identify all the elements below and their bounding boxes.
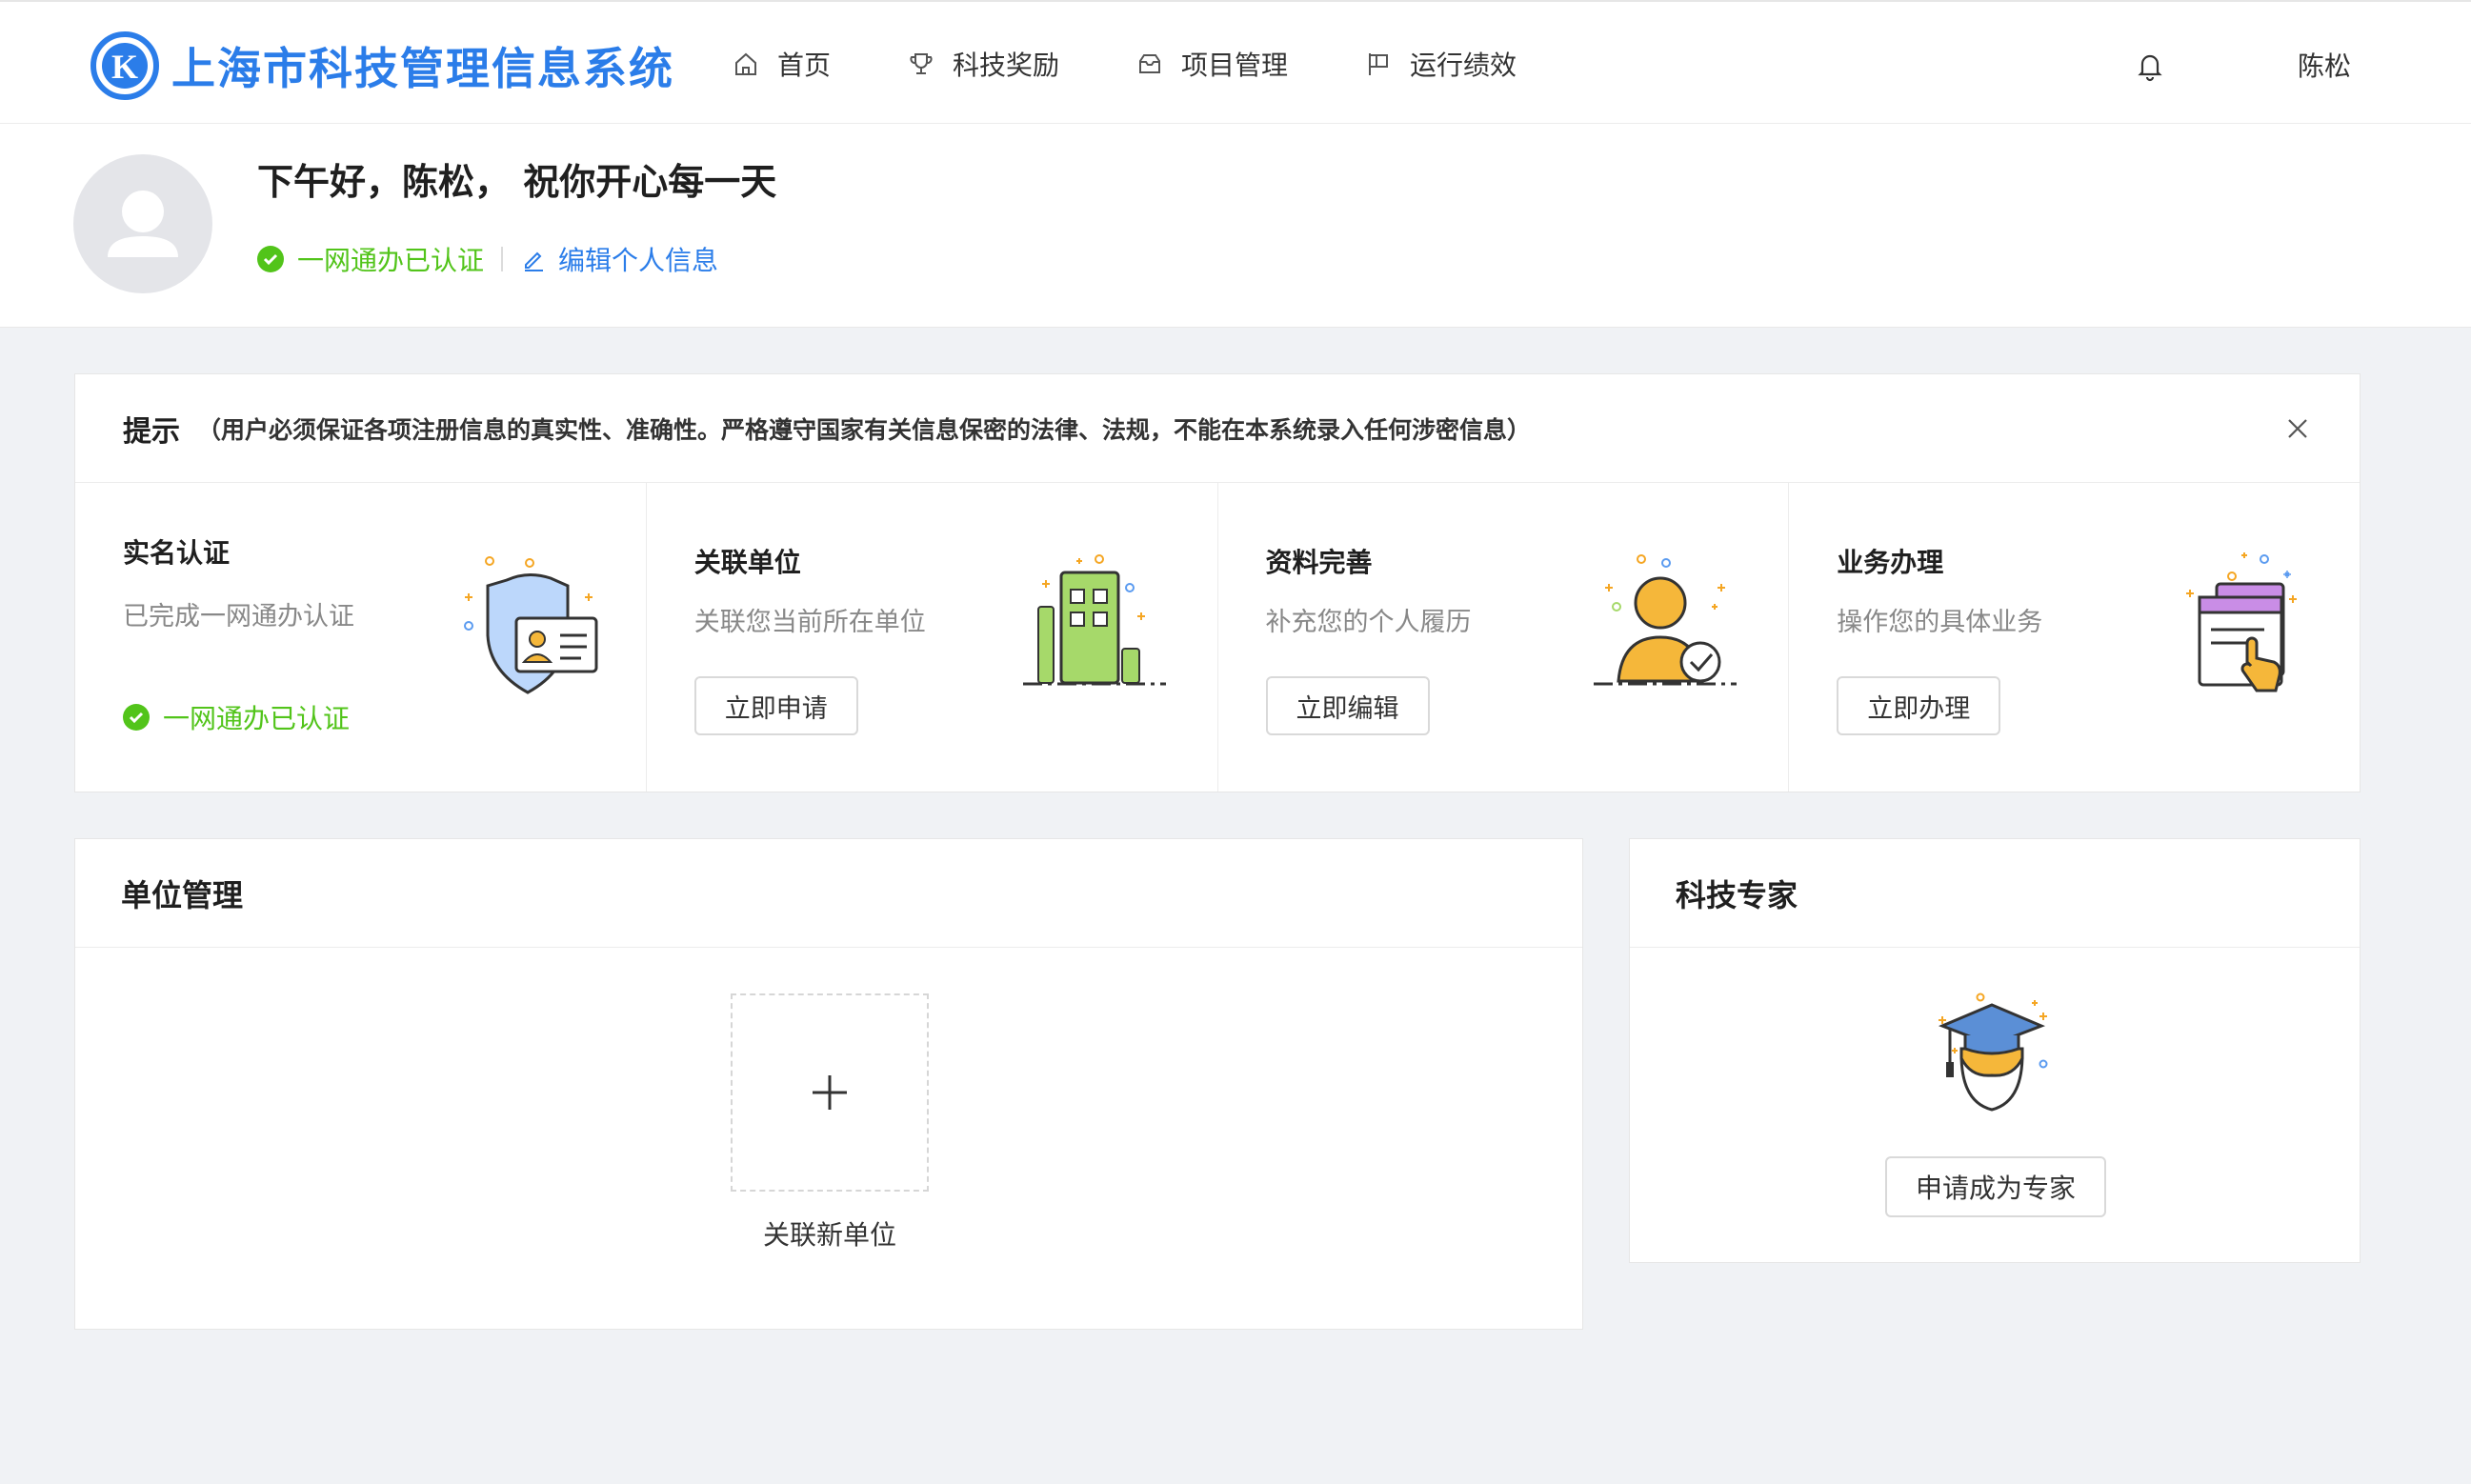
nav-label: 科技奖励 (953, 50, 1060, 81)
nav-label: 运行绩效 (1410, 50, 1517, 81)
hand-click-illustration (2186, 552, 2297, 692)
trophy-icon (910, 53, 933, 74)
onboarding-steps: 实名认证 已完成一网通办认证 一网通办已认证 关联单位 关联您当前所在单位 立即… (75, 483, 2360, 792)
bell-icon[interactable] (2134, 50, 2166, 82)
home-icon (735, 52, 756, 75)
nav-item-awards[interactable]: 科技奖励 (907, 45, 1059, 83)
panel-title: 单位管理 (75, 839, 1582, 948)
tech-expert-panel: 科技专家 申请成为专家 (1629, 838, 2361, 1263)
step-desc: 操作您的具体业务 (1837, 608, 2043, 637)
check-circle-icon (123, 704, 150, 731)
step-title: 实名认证 (123, 537, 231, 569)
nav-label: 项目管理 (1181, 50, 1289, 81)
nav-item-projects[interactable]: 项目管理 (1135, 45, 1288, 83)
plus-icon (813, 1075, 847, 1110)
user-avatar-icon (108, 191, 178, 257)
profile-header: 下午好，陈松， 祝你开心每一天 一网通办已认证 编辑个人信息 (0, 124, 2471, 328)
step-link-unit: 关联单位 关联您当前所在单位 立即申请 (647, 483, 1218, 792)
apply-expert-button[interactable]: 申请成为专家 (1885, 1156, 2107, 1217)
verified-label: 一网通办已认证 (297, 245, 485, 276)
check-circle-icon (257, 246, 284, 272)
inbox-icon (1139, 54, 1161, 73)
avatar[interactable] (73, 154, 212, 293)
building-illustration (1022, 554, 1166, 686)
edit-pencil-icon (525, 251, 544, 271)
notice-header: 提示 （用户必须保证各项注册信息的真实性、准确性。严格遵守国家有关信息保密的法律… (75, 374, 2360, 483)
step-complete-profile: 资料完善 补充您的个人履历 立即编辑 (1218, 483, 1790, 792)
notice-text: （用户必须保证各项注册信息的真实性、准确性。严格遵守国家有关信息保密的法律、法规… (197, 415, 1532, 444)
edit-profile-label: 编辑个人信息 (558, 245, 719, 276)
profile-status-row: 一网通办已认证 编辑个人信息 (257, 240, 718, 278)
nav-item-home[interactable]: 首页 (732, 45, 831, 83)
step-desc: 关联您当前所在单位 (693, 608, 926, 637)
top-navbar: K 上海市科技管理信息系统 首页 科技奖励 项目管理 运行绩效 陈松 (0, 0, 2471, 124)
step-desc: 已完成一网通办认证 (123, 602, 354, 632)
user-check-illustration (1594, 554, 1738, 686)
main-nav: 首页 科技奖励 项目管理 运行绩效 (732, 2, 1593, 126)
apply-now-button[interactable]: 立即申请 (693, 676, 858, 735)
close-icon[interactable] (2283, 414, 2312, 443)
unit-management-panel: 单位管理 关联新单位 (74, 838, 1583, 1330)
app-title: 上海市科技管理信息系统 (171, 43, 674, 94)
svg-text:K: K (111, 48, 138, 86)
notice-card: 提示 （用户必须保证各项注册信息的真实性、准确性。严格遵守国家有关信息保密的法律… (74, 373, 2361, 792)
notice-title: 提示 (123, 414, 180, 449)
add-unit-button[interactable] (731, 993, 929, 1192)
id-shield-illustration (463, 556, 598, 694)
step-status: 一网通办已认证 (123, 698, 350, 736)
step-desc: 补充您的个人履历 (1265, 608, 1472, 637)
divider (501, 247, 504, 271)
graduate-illustration (1938, 993, 2048, 1112)
step-title: 资料完善 (1265, 547, 1373, 578)
add-unit-label: 关联新单位 (762, 1219, 896, 1251)
greeting-text: 下午好，陈松， 祝你开心每一天 (257, 161, 777, 203)
edit-now-button[interactable]: 立即编辑 (1265, 676, 1430, 735)
user-menu[interactable]: 陈松 (2298, 46, 2351, 84)
step-status-label: 一网通办已认证 (163, 703, 351, 734)
app-logo[interactable]: K 上海市科技管理信息系统 (90, 30, 674, 101)
step-real-name: 实名认证 已完成一网通办认证 一网通办已认证 (75, 483, 647, 792)
step-title: 业务办理 (1837, 547, 1944, 578)
step-business: 业务办理 操作您的具体业务 立即办理 (1789, 483, 2360, 792)
step-title: 关联单位 (693, 547, 801, 578)
nav-item-performance[interactable]: 运行绩效 (1364, 45, 1517, 83)
panel-title: 科技专家 (1630, 839, 2360, 948)
flag-icon (1369, 53, 1389, 75)
logo-k-icon: K (90, 31, 159, 100)
edit-profile-link[interactable]: 编辑个人信息 (520, 240, 718, 278)
handle-now-button[interactable]: 立即办理 (1837, 676, 2001, 735)
nav-label: 首页 (777, 50, 832, 81)
